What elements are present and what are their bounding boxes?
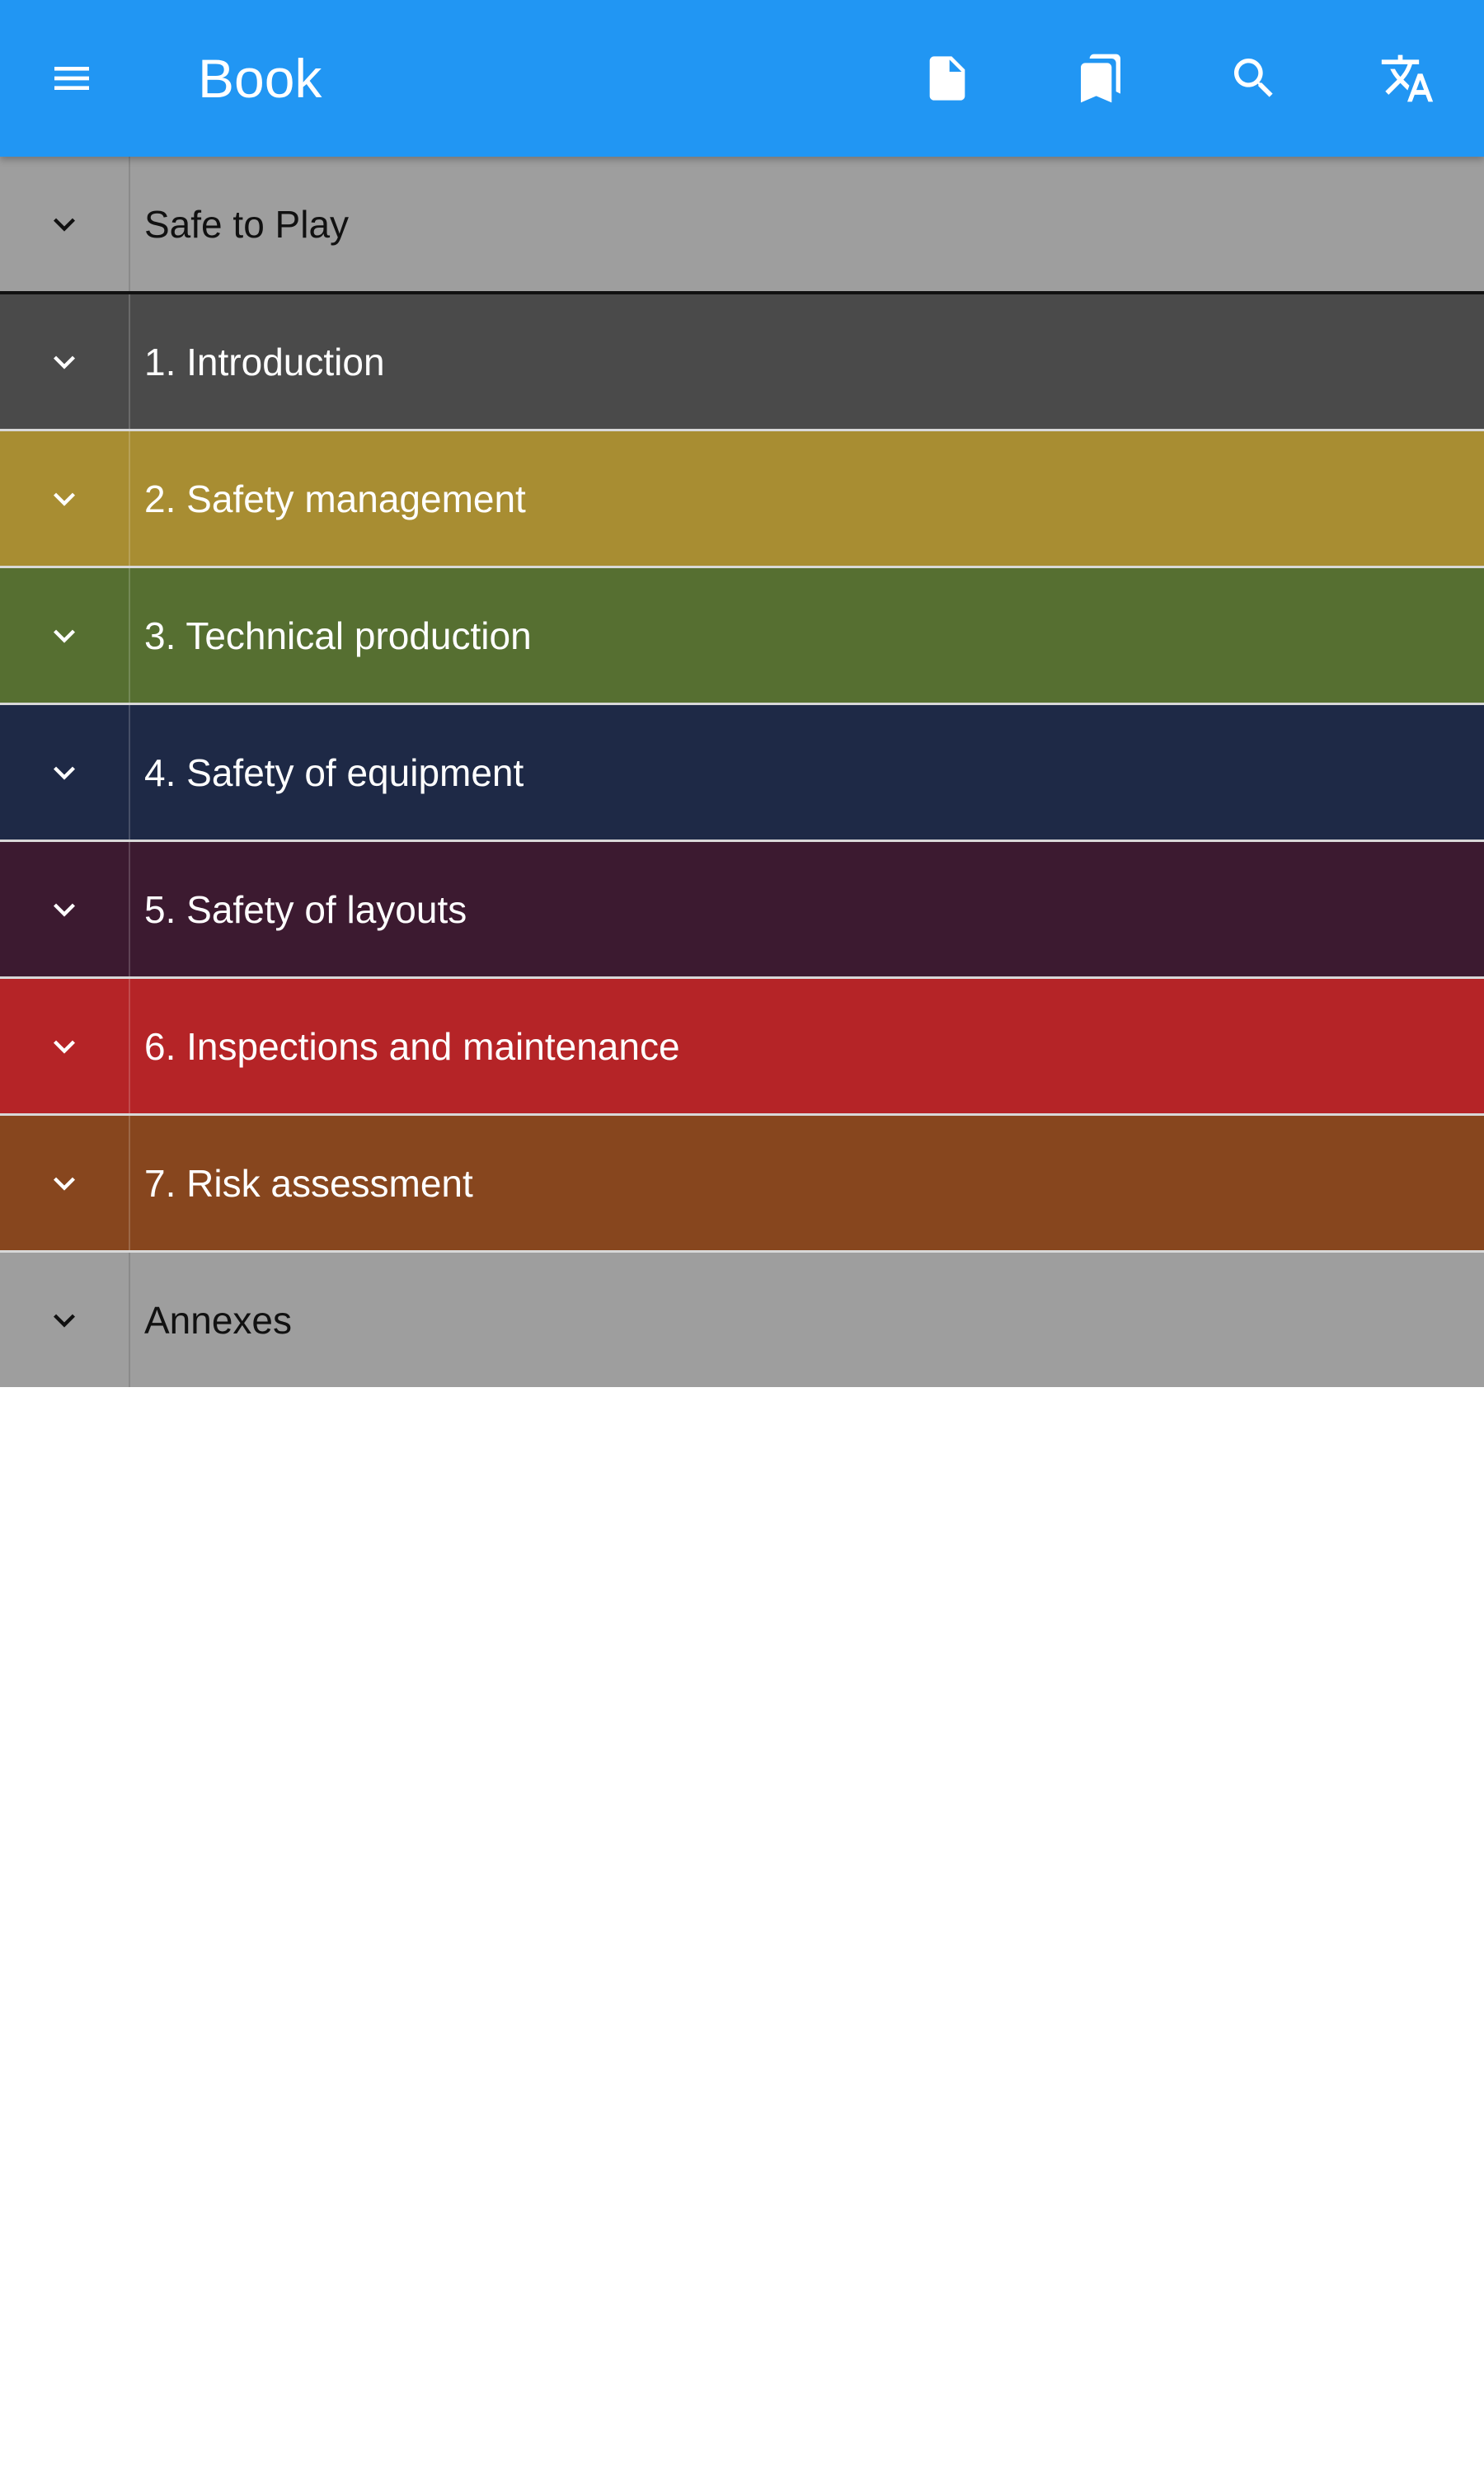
expand-toggle[interactable] — [0, 1116, 130, 1250]
chevron-down-icon — [54, 903, 75, 917]
chapter-label: 7. Risk assessment — [144, 1161, 473, 1205]
chapter-row[interactable]: 7. Risk assessment — [0, 1116, 1484, 1253]
chapter-row[interactable]: 3. Technical production — [0, 568, 1484, 705]
chevron-down-icon — [54, 218, 75, 232]
chapter-row[interactable]: Annexes — [0, 1253, 1484, 1387]
expand-toggle[interactable] — [0, 1253, 130, 1387]
search-icon — [1234, 59, 1273, 97]
chevron-down-icon — [54, 1177, 75, 1191]
chapter-list: Safe to Play 1. Introduction 2. Safety man… — [0, 157, 1484, 1387]
chapter-label: 4. Safety of equipment — [144, 750, 524, 794]
chevron-down-icon — [54, 1040, 75, 1054]
expand-toggle[interactable] — [0, 157, 130, 291]
chapter-label: Safe to Play — [144, 202, 350, 246]
chevron-down-icon — [54, 629, 75, 643]
bookmarks-button[interactable] — [1024, 0, 1177, 157]
expand-toggle[interactable] — [0, 705, 130, 840]
app-bar: Book — [0, 0, 1484, 157]
expand-toggle[interactable] — [0, 979, 130, 1113]
expand-toggle[interactable] — [0, 568, 130, 703]
document-icon — [929, 56, 965, 101]
bookmarks-icon — [1081, 54, 1120, 103]
chevron-down-icon — [54, 766, 75, 780]
chapter-row[interactable]: 2. Safety management — [0, 431, 1484, 568]
chapter-row[interactable]: 6. Inspections and maintenance — [0, 979, 1484, 1116]
chapter-row[interactable]: 4. Safety of equipment — [0, 705, 1484, 842]
chapter-label: 1. Introduction — [144, 340, 385, 383]
menu-button[interactable] — [0, 0, 143, 157]
translate-button[interactable] — [1331, 0, 1484, 157]
chapter-label: 5. Safety of layouts — [144, 887, 467, 931]
chapter-row[interactable]: Safe to Play — [0, 157, 1484, 294]
page-title: Book — [198, 48, 322, 109]
search-button[interactable] — [1177, 0, 1331, 157]
expand-toggle[interactable] — [0, 431, 130, 566]
translate-icon — [1381, 54, 1434, 102]
chevron-down-icon — [54, 1314, 75, 1328]
chapter-row[interactable]: 1. Introduction — [0, 294, 1484, 431]
chapter-label: Annexes — [144, 1298, 293, 1342]
chapter-row[interactable]: 5. Safety of layouts — [0, 842, 1484, 979]
expand-toggle[interactable] — [0, 294, 130, 429]
chevron-down-icon — [54, 355, 75, 369]
chapter-label: 6. Inspections and maintenance — [144, 1024, 680, 1068]
chapter-label: 3. Technical production — [144, 614, 532, 657]
expand-toggle[interactable] — [0, 842, 130, 976]
hamburger-menu-icon — [54, 67, 89, 90]
chapter-label: 2. Safety management — [144, 477, 526, 520]
document-button[interactable] — [871, 0, 1024, 157]
chevron-down-icon — [54, 492, 75, 506]
